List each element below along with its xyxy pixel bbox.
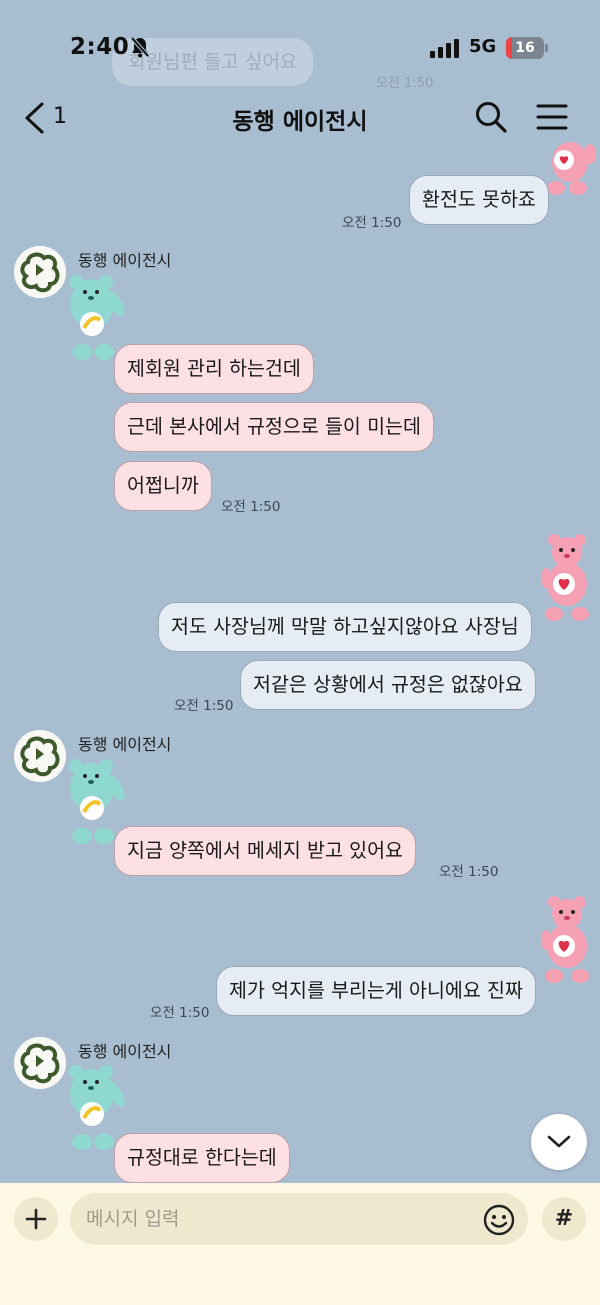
pink-bear-sticker[interactable] — [540, 532, 596, 626]
pink-bear-sticker[interactable] — [540, 894, 596, 988]
incoming-message-bubble[interactable]: 어쩝니까 — [114, 461, 212, 511]
message-time: 오전 1:50 — [221, 499, 281, 515]
outgoing-message-bubble[interactable]: 제가 억지를 부리는게 아니에요 진짜 — [216, 966, 536, 1016]
sender-name: 동행 에이전시 — [78, 735, 172, 754]
incoming-message-bubble[interactable]: 지금 양쪽에서 메세지 받고 있어요 — [114, 826, 416, 876]
scroll-to-bottom-button[interactable] — [531, 1114, 587, 1170]
pink-bear-sticker[interactable] — [544, 140, 598, 200]
message-time: 오전 1:50 — [150, 1005, 210, 1021]
battery-label: 16 — [515, 40, 535, 56]
message-time: 오전 1:50 — [439, 864, 499, 880]
incoming-message-bubble[interactable]: 규정대로 한다는데 — [114, 1133, 290, 1183]
sender-name: 동행 에이전시 — [78, 251, 172, 270]
outgoing-message-bubble[interactable]: 환전도 못하죠 — [409, 175, 549, 225]
signal-icon — [430, 38, 460, 62]
hashtag-button[interactable]: # — [542, 1197, 586, 1241]
outgoing-message-bubble[interactable]: 저같은 상황에서 규정은 없잖아요 — [240, 660, 536, 710]
status-bar: 회원님편 들고 싶어요 오전 1:50 2:40 5G 16 — [0, 0, 600, 92]
chat-header: 1 동행 에이전시 — [0, 92, 600, 144]
chat-title: 동행 에이전시 — [232, 109, 368, 135]
message-input[interactable] — [86, 1193, 486, 1245]
status-time: 2:40 — [70, 34, 130, 60]
search-icon[interactable] — [474, 100, 508, 138]
battery-cap — [545, 44, 548, 52]
hamburger-menu-icon[interactable] — [536, 102, 568, 136]
sender-avatar[interactable] — [14, 246, 66, 298]
chevron-down-icon — [547, 1135, 571, 1148]
battery-indicator: 16 — [506, 37, 544, 59]
attach-button[interactable] — [14, 1197, 58, 1241]
background-preview-time: 오전 1:50 — [376, 76, 434, 91]
plus-icon — [25, 1208, 47, 1230]
network-label: 5G — [469, 36, 497, 57]
incoming-message-bubble[interactable]: 제회원 관리 하는건데 — [114, 344, 314, 394]
smiley-icon[interactable] — [482, 1203, 516, 1241]
message-time: 오전 1:50 — [342, 215, 402, 231]
sender-name: 동행 에이전시 — [78, 1042, 172, 1061]
outgoing-message-bubble[interactable]: 저도 사장님께 막말 하고싶지않아요 사장님 — [158, 602, 532, 652]
incoming-message-bubble[interactable]: 근데 본사에서 규정으로 들이 미는데 — [114, 402, 434, 452]
message-time: 오전 1:50 — [174, 698, 234, 714]
bell-slash-icon — [130, 36, 150, 62]
sender-avatar[interactable] — [14, 1037, 66, 1089]
sender-avatar[interactable] — [14, 730, 66, 782]
message-field[interactable] — [70, 1193, 528, 1245]
message-composer: # — [0, 1183, 600, 1305]
